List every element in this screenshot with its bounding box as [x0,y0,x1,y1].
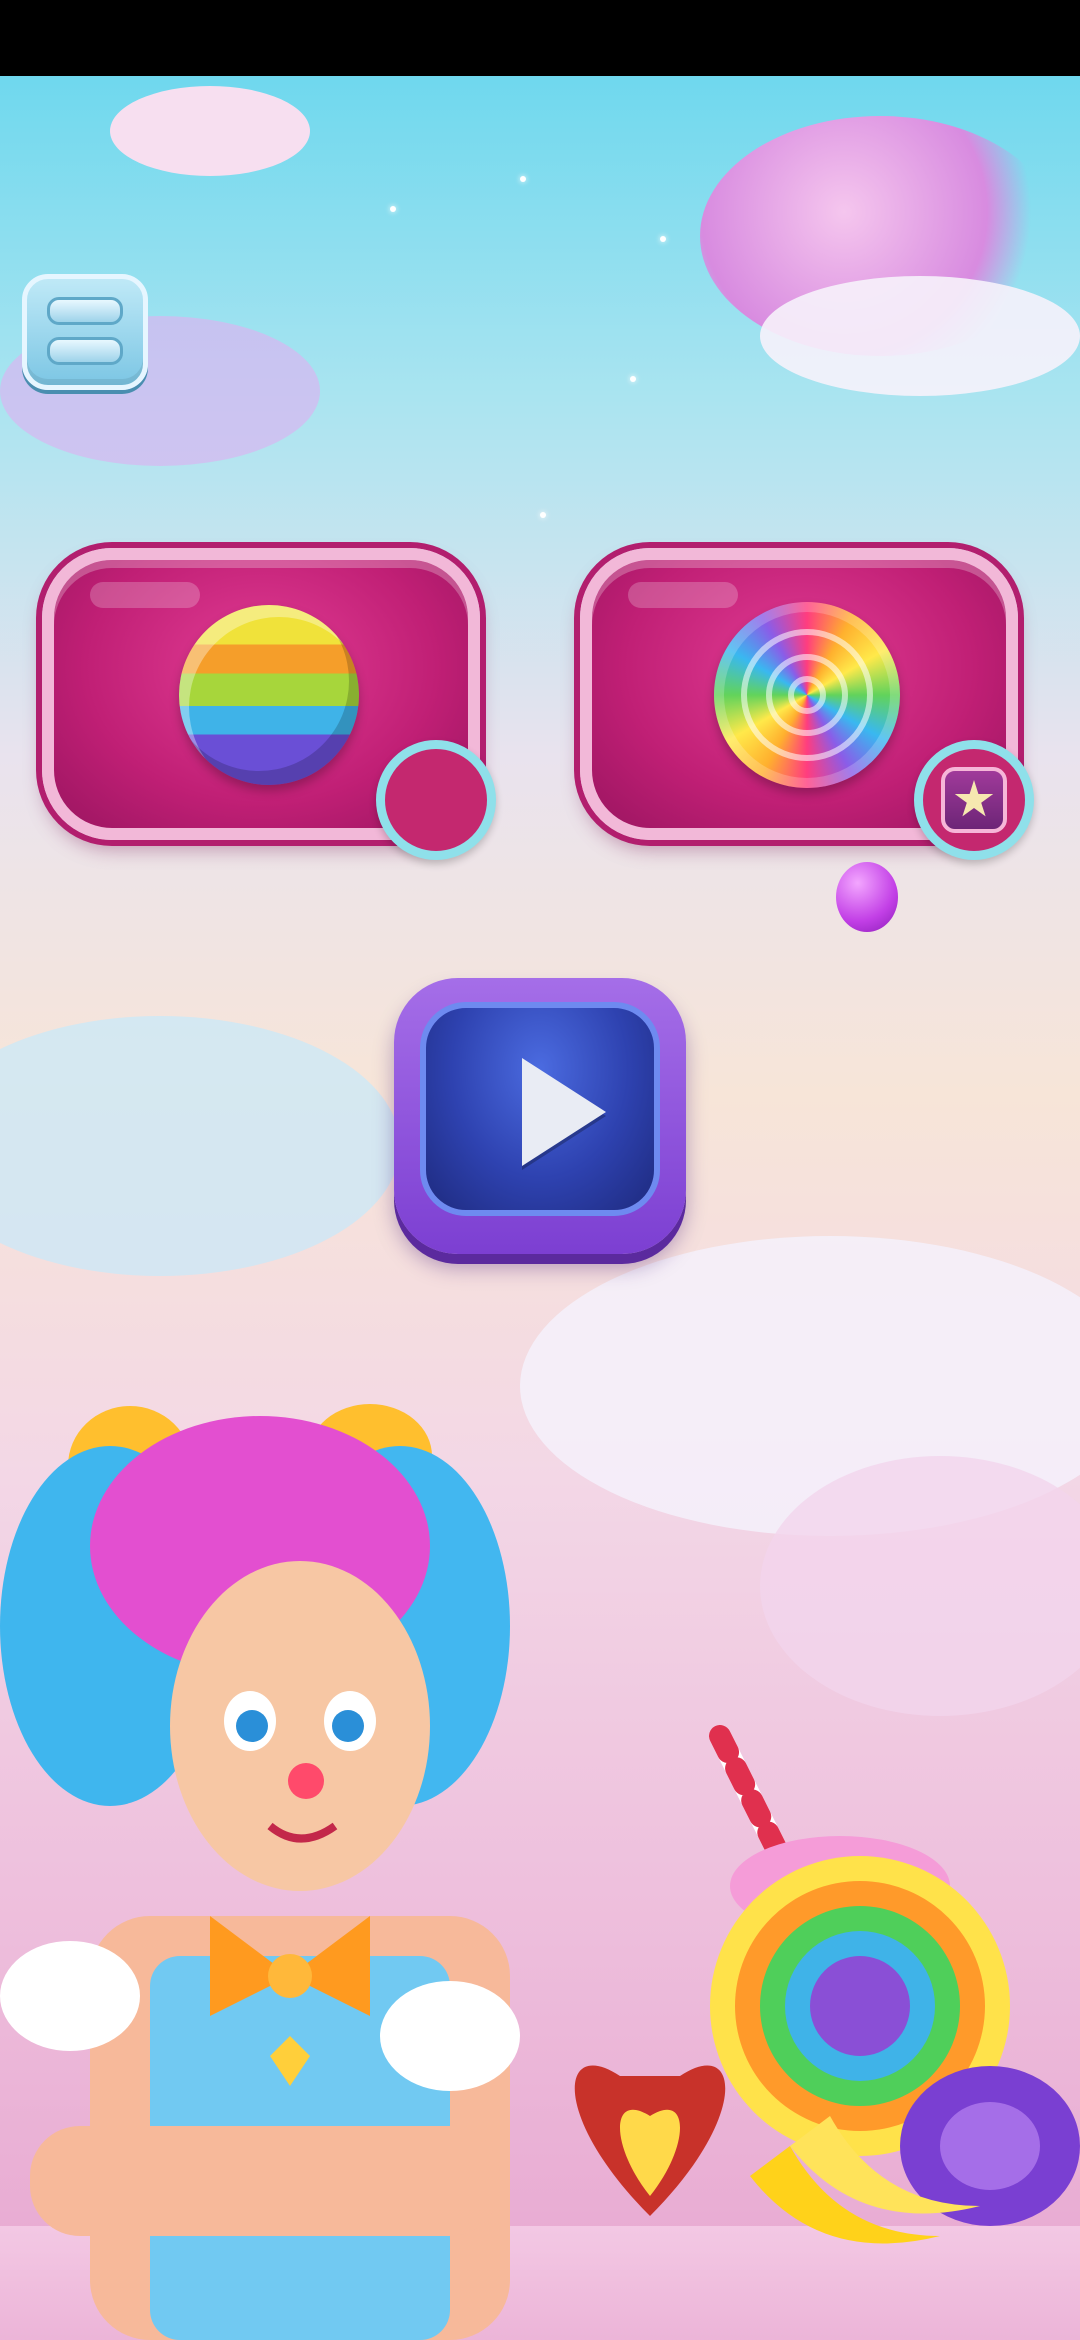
card-shine [628,582,738,608]
status-bar [0,0,1080,76]
rainbow-ball-icon [179,605,359,785]
star-icon [954,780,994,817]
cloud [760,276,1080,396]
sparkle [630,376,636,382]
candy-pile-illustration [574,1725,1080,2244]
game-scene [0,76,1080,2340]
cloud [110,86,310,176]
candy-bubble [836,862,898,932]
sparkle [520,176,526,182]
card-shine [90,582,200,608]
lollipop-icon [714,602,900,788]
play-button[interactable] [394,978,686,1254]
candy-girl-illustration [0,1404,520,2340]
cloud [0,1016,400,1276]
play-button-face [420,1002,660,1216]
star-box [941,767,1007,833]
mode-badge-empty[interactable] [376,740,496,860]
play-icon [522,1058,606,1166]
menu-button[interactable] [22,274,148,390]
sparkle [540,512,546,518]
sparkle [390,206,396,212]
mode-badge-star[interactable] [914,740,1034,860]
sparkle [660,236,666,242]
